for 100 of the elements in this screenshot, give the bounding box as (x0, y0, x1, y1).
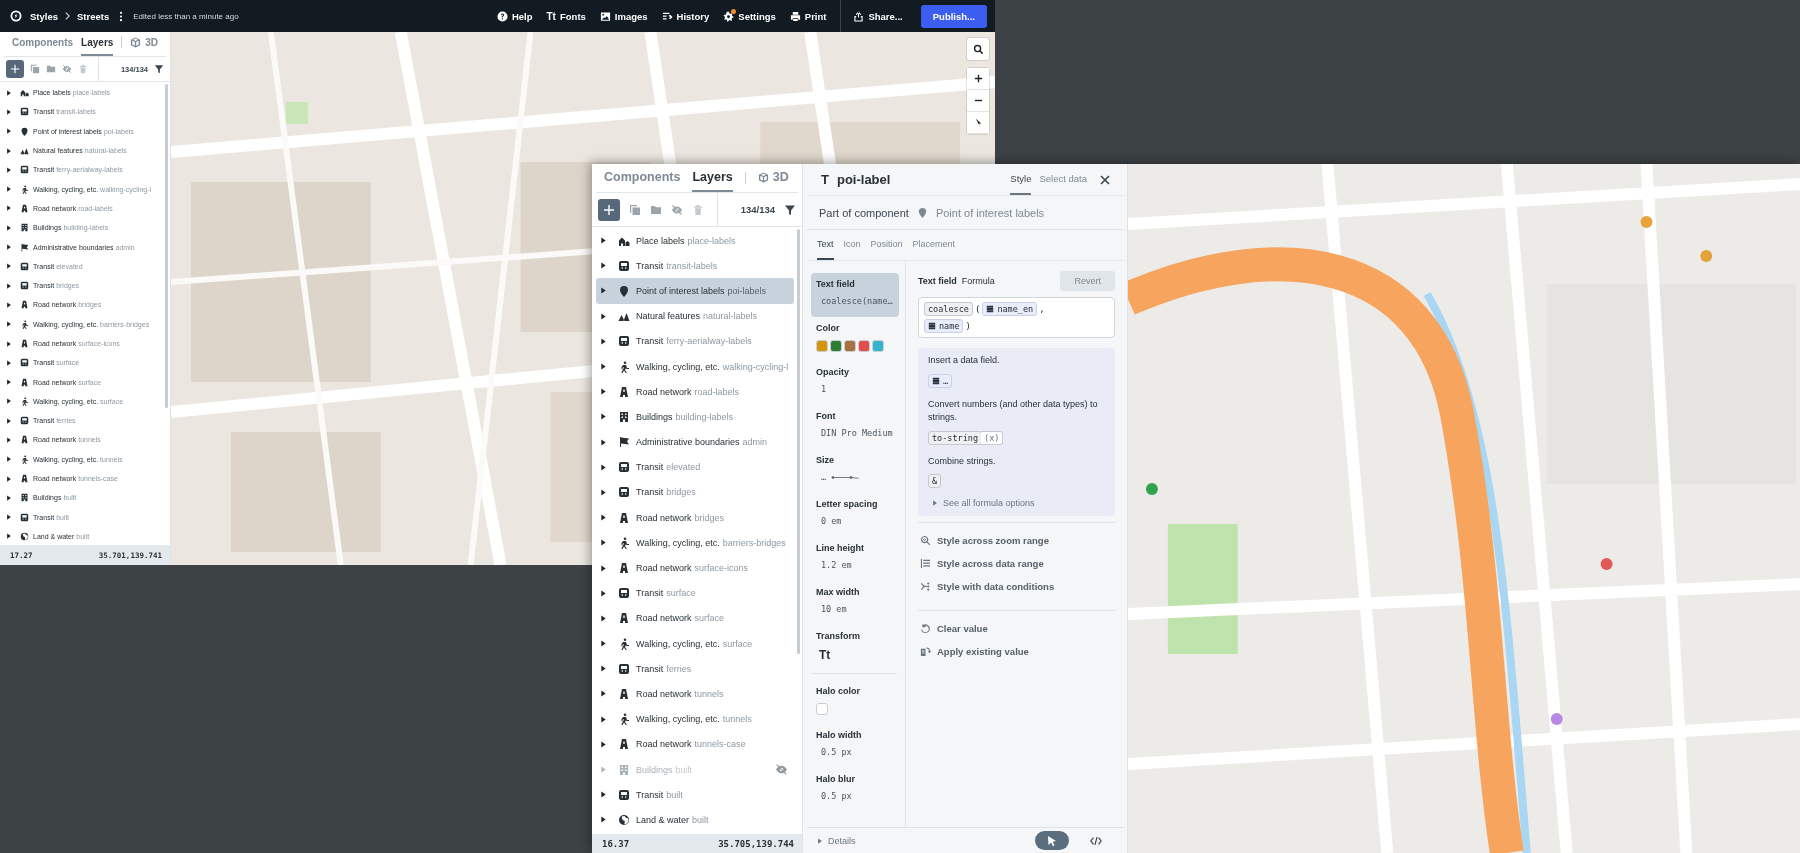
caret-icon[interactable] (6, 282, 12, 289)
caret-icon[interactable] (600, 463, 607, 471)
style-option-button[interactable]: Style across data range (920, 558, 1115, 569)
style-option-button[interactable]: Style with data conditions (920, 581, 1115, 592)
caret-icon[interactable] (6, 128, 12, 135)
property-item[interactable]: Transform Tt (811, 625, 899, 669)
property-tab[interactable]: Position (870, 230, 903, 260)
breadcrumb-link[interactable]: Styles (30, 10, 58, 22)
panel-tab[interactable]: Layers (692, 170, 733, 192)
caret-icon[interactable] (600, 564, 607, 572)
panel-tab[interactable]: 3D (757, 170, 789, 192)
layer-row[interactable]: Transit ferries (596, 656, 794, 682)
property-item[interactable]: Opacity 1 (811, 361, 899, 405)
layer-row[interactable]: Buildings building-labels (596, 404, 794, 430)
close-icon[interactable] (1099, 173, 1111, 186)
breadcrumb-link[interactable]: Streets (77, 10, 110, 22)
caret-icon[interactable] (600, 665, 607, 673)
caret-icon[interactable] (6, 166, 12, 173)
caret-icon[interactable] (6, 475, 12, 482)
formula-field[interactable]: coalesce ( name_en , name ) (918, 297, 1115, 338)
panel-tab[interactable]: Style (1010, 164, 1032, 195)
property-item[interactable]: Size … (811, 449, 899, 493)
caret-icon[interactable] (6, 494, 12, 501)
caret-icon[interactable] (600, 715, 607, 723)
panel-tab[interactable]: Layers (81, 37, 114, 56)
layer-row[interactable]: Place labels place-labels (596, 228, 794, 254)
panel-tab[interactable]: Components (604, 170, 681, 192)
caret-icon[interactable] (600, 488, 607, 496)
fonts-button[interactable]: Tt Fonts (546, 10, 586, 22)
layer-row[interactable]: Road network bridges (596, 505, 794, 531)
caret-icon[interactable] (6, 205, 12, 212)
caret-icon[interactable] (600, 640, 607, 648)
layer-row[interactable]: Transit bridges (596, 479, 794, 506)
layer-row[interactable]: Transit elevated (596, 454, 794, 480)
caret-icon[interactable] (600, 413, 607, 421)
help-button[interactable]: Help (496, 10, 533, 22)
caret-icon[interactable] (6, 108, 12, 115)
images-button[interactable]: Images (599, 10, 648, 22)
property-item[interactable]: Text field coalesce(name… (811, 273, 899, 317)
details-toggle[interactable]: Details (817, 835, 856, 846)
caret-icon[interactable] (6, 224, 12, 231)
caret-icon[interactable] (6, 533, 12, 540)
function-chip[interactable]: to-string (928, 430, 983, 445)
caret-icon[interactable] (600, 312, 607, 320)
style-option-button[interactable]: Style across zoom range (920, 535, 1115, 546)
caret-icon[interactable] (600, 539, 607, 547)
caret-icon[interactable] (600, 287, 607, 295)
layer-row[interactable]: Administrative boundaries admin (596, 429, 794, 455)
caret-icon[interactable] (600, 690, 607, 698)
caret-icon[interactable] (6, 398, 12, 405)
value-action-button[interactable]: Apply existing value (920, 646, 1115, 657)
property-item[interactable]: Halo color (811, 680, 891, 724)
filter-icon[interactable] (784, 203, 796, 216)
layer-row[interactable]: Walking, cycling, etc. tunnels (596, 706, 794, 732)
caret-icon[interactable] (6, 186, 12, 193)
caret-icon[interactable] (600, 262, 607, 270)
property-item[interactable]: Halo width 0.5 px (811, 724, 891, 768)
caret-icon[interactable] (6, 147, 12, 154)
caret-icon[interactable] (6, 417, 12, 424)
logo-icon[interactable] (10, 10, 22, 22)
color-swatch[interactable] (816, 703, 828, 715)
caret-icon[interactable] (6, 301, 12, 308)
caret-icon[interactable] (600, 237, 607, 245)
color-swatch[interactable] (844, 340, 856, 352)
caret-icon[interactable] (6, 89, 12, 96)
panel-tab[interactable]: Select data (1039, 164, 1087, 195)
caret-icon[interactable] (6, 263, 12, 270)
property-item[interactable]: Color (811, 317, 899, 361)
panel-tab[interactable]: Components (12, 37, 74, 56)
color-swatch[interactable] (816, 340, 828, 352)
layer-row[interactable]: Transit ferry-aerialway-labels (596, 328, 794, 354)
caret-icon[interactable] (6, 340, 12, 347)
caret-icon[interactable] (6, 514, 12, 521)
caret-icon[interactable] (600, 337, 607, 345)
search-button[interactable] (967, 38, 989, 60)
layer-row[interactable]: Road network tunnels-case (596, 731, 794, 757)
layer-row[interactable]: Transit surface (596, 580, 794, 606)
scrollbar[interactable] (165, 84, 168, 409)
caret-icon[interactable] (600, 614, 607, 622)
layer-row[interactable]: Transit transit-labels (596, 253, 794, 279)
layer-row[interactable]: Road network surface-icons (596, 555, 794, 581)
scrollbar[interactable] (797, 229, 800, 654)
layer-row[interactable]: Road network road-labels (596, 379, 794, 405)
caret-icon[interactable] (6, 359, 12, 366)
caret-icon[interactable] (600, 791, 607, 799)
caret-icon[interactable] (600, 514, 607, 522)
more-icon[interactable] (119, 10, 124, 22)
color-swatch[interactable] (858, 340, 870, 352)
publish-button[interactable]: Publish... (920, 4, 987, 28)
filter-icon[interactable] (154, 64, 164, 74)
caret-icon[interactable] (600, 589, 607, 597)
layer-row[interactable]: Walking, cycling, etc. barriers-bridges (596, 530, 794, 556)
function-chip[interactable]: & (928, 474, 942, 488)
property-item[interactable]: Letter spacing 0 em (811, 493, 899, 537)
panel-tab[interactable]: 3D (130, 37, 158, 56)
property-item[interactable]: Line height 1.2 em (811, 537, 899, 581)
color-swatch[interactable] (830, 340, 842, 352)
property-item[interactable]: Max width 10 em (811, 581, 899, 625)
layer-row[interactable]: Walking, cycling, etc. walking-cycling-l (596, 353, 794, 380)
layer-row[interactable]: Land & water built (596, 807, 794, 833)
